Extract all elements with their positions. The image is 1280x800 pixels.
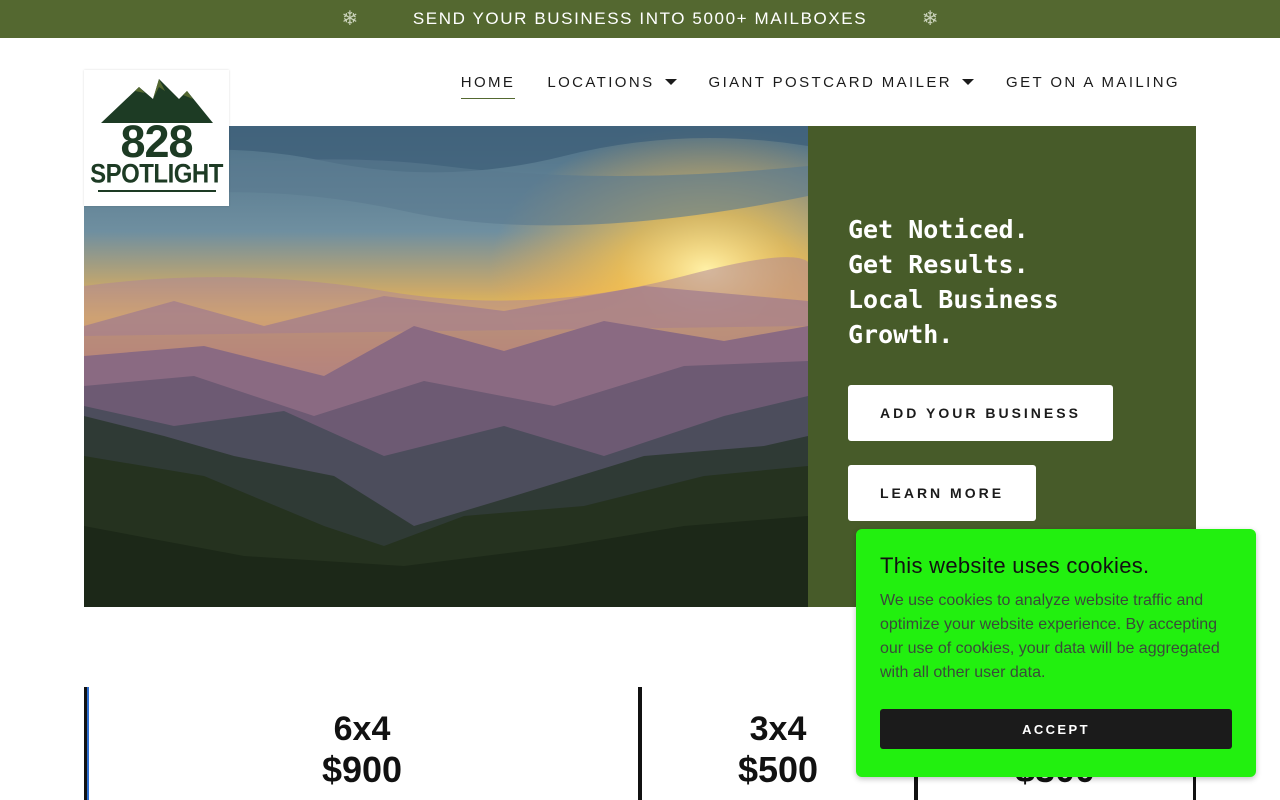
nav-home-label: HOME bbox=[460, 73, 516, 91]
caret-down-icon bbox=[664, 79, 677, 85]
announcement-text: SEND YOUR BUSINESS INTO 5000+ MAILBOXES bbox=[412, 9, 868, 28]
nav-locations[interactable]: LOCATIONS bbox=[547, 72, 677, 92]
nav-get-on-a-mailing[interactable]: GET ON A MAILING bbox=[1006, 72, 1180, 92]
main-nav: HOME LOCATIONS GIANT POSTCARD MAILER GET… bbox=[460, 72, 1180, 99]
headline-line: Get Noticed. bbox=[848, 215, 1029, 244]
logo-word: SPOTLIGHT bbox=[90, 159, 223, 190]
price-size: 6x4 bbox=[333, 710, 391, 748]
caret-down-icon bbox=[962, 79, 974, 85]
nav-locations-label: LOCATIONS bbox=[547, 73, 655, 91]
add-your-business-button[interactable]: ADD YOUR BUSINESS bbox=[848, 385, 1113, 441]
logo-number: 828 bbox=[120, 116, 193, 167]
headline-line: Local Business bbox=[848, 285, 1059, 314]
price-amount: $900 bbox=[321, 749, 403, 790]
headline-line: Get Results. bbox=[848, 250, 1029, 279]
price-card: 6x4 $900 bbox=[84, 687, 640, 800]
site-logo[interactable]: 828 SPOTLIGHT bbox=[84, 70, 229, 206]
snowflake-icon: ❄ bbox=[921, 8, 939, 30]
nav-giant-postcard-mailer-label: GIANT POSTCARD MAILER bbox=[708, 73, 952, 91]
snowflake-icon: ❄ bbox=[341, 8, 359, 30]
nav-giant-postcard-mailer[interactable]: GIANT POSTCARD MAILER bbox=[708, 72, 974, 92]
announcement-bar: ❄ SEND YOUR BUSINESS INTO 5000+ MAILBOXE… bbox=[0, 0, 1280, 38]
nav-get-on-a-mailing-label: GET ON A MAILING bbox=[1006, 73, 1180, 91]
nav-home[interactable]: HOME bbox=[460, 72, 516, 99]
headline-line: Growth. bbox=[848, 320, 954, 349]
cookie-dialog: This website uses cookies. We use cookie… bbox=[856, 529, 1256, 777]
cookie-title: This website uses cookies. bbox=[880, 553, 1150, 578]
learn-more-button[interactable]: LEARN MORE bbox=[848, 465, 1036, 521]
hero-headline: Get Noticed. Get Results. Local Business… bbox=[848, 212, 1178, 352]
cookie-body: We use cookies to analyze website traffi… bbox=[880, 592, 1220, 681]
logo-underline bbox=[97, 190, 216, 192]
accept-cookies-button[interactable]: ACCEPT bbox=[880, 709, 1232, 749]
